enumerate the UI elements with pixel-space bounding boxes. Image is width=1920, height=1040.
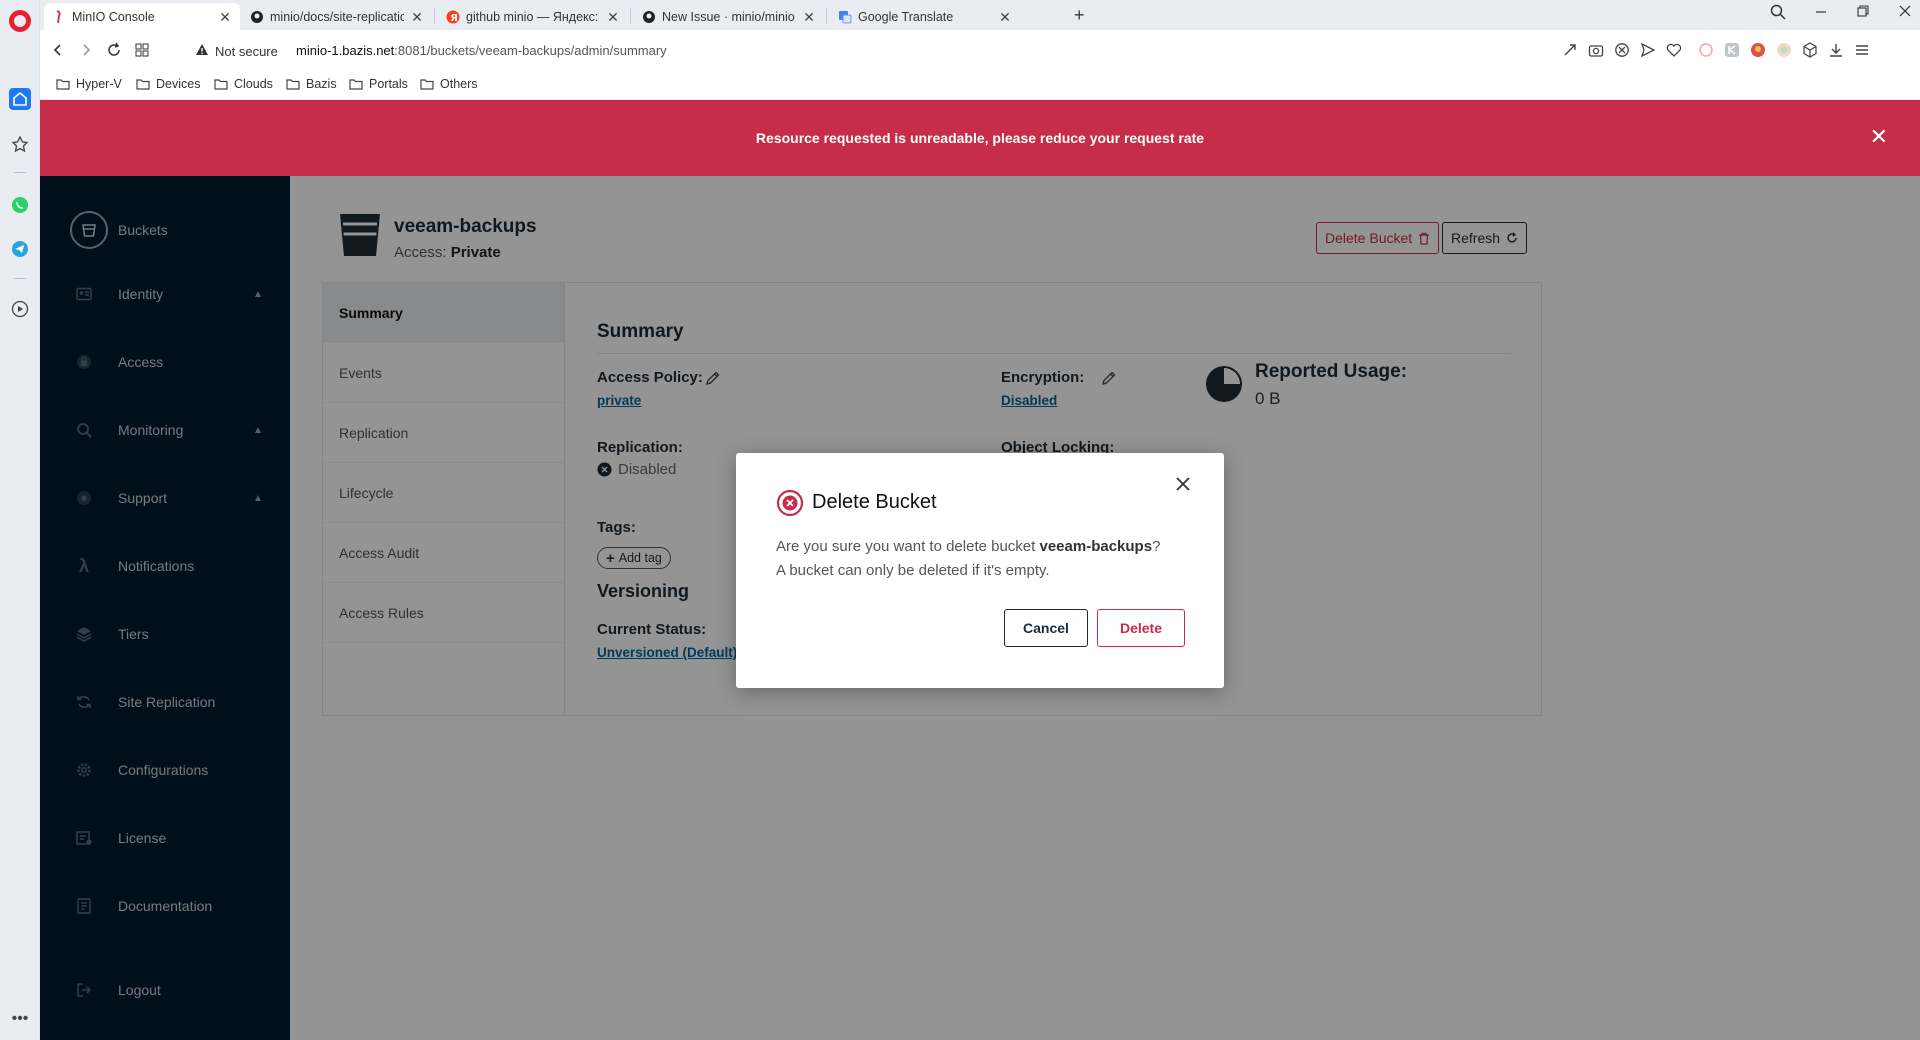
- tab-site-replication-docs[interactable]: minio/docs/site-replication ✕: [242, 3, 432, 30]
- warning-icon: [195, 43, 209, 59]
- bookmark-folder-others[interactable]: Others: [420, 77, 478, 91]
- bookmark-label: Others: [440, 77, 478, 91]
- url-host: minio-1.bazis.net: [296, 43, 395, 58]
- easy-setup-icon[interactable]: [1853, 41, 1871, 59]
- bookmark-folder-clouds[interactable]: Clouds: [214, 77, 273, 91]
- send-icon[interactable]: [1639, 41, 1657, 59]
- delete-button[interactable]: Delete: [1097, 609, 1185, 647]
- reload-icon[interactable]: [104, 40, 124, 60]
- bookmark-folder-devices[interactable]: Devices: [136, 77, 200, 91]
- new-tab-button[interactable]: +: [1074, 5, 1085, 26]
- opera-logo-icon[interactable]: [9, 10, 31, 32]
- tab-title: New Issue · minio/minio: [662, 9, 795, 24]
- extension-color-icon[interactable]: [1775, 41, 1793, 59]
- player-icon[interactable]: [9, 298, 31, 320]
- snapshot-icon[interactable]: [1587, 41, 1605, 59]
- bookmark-label: Bazis: [306, 77, 337, 91]
- close-window-icon[interactable]: [1898, 4, 1912, 22]
- close-icon[interactable]: ✕: [802, 10, 816, 24]
- share-icon[interactable]: [1561, 41, 1579, 59]
- dialog-message-prefix: Are you sure you want to delete bucket: [776, 538, 1040, 555]
- whatsapp-icon[interactable]: [9, 194, 31, 216]
- close-icon[interactable]: ✕: [410, 10, 424, 24]
- address-bar: Not secure minio-1.bazis.net:8081/bucket…: [40, 30, 1920, 70]
- error-circle-icon: [776, 489, 804, 517]
- opera-sidebar: •••: [0, 0, 40, 1040]
- extensions-cube-icon[interactable]: [1801, 41, 1819, 59]
- tab-separator: [826, 8, 827, 24]
- bookmarks-bar: Hyper-V Devices Clouds Bazis Portals Oth…: [40, 70, 1920, 100]
- folder-icon: [136, 79, 150, 90]
- download-icon[interactable]: [1827, 41, 1845, 59]
- close-icon[interactable]: [1172, 473, 1194, 495]
- telegram-icon[interactable]: [9, 238, 31, 260]
- bookmark-folder-hyper-v[interactable]: Hyper-V: [56, 77, 122, 91]
- folder-icon: [420, 79, 434, 90]
- google-translate-icon: [838, 10, 852, 24]
- folder-icon: [349, 79, 363, 90]
- folder-icon: [286, 79, 300, 90]
- github-icon: [642, 10, 656, 24]
- yandex-icon: Я: [446, 10, 460, 24]
- back-icon[interactable]: [48, 40, 68, 60]
- bookmark-label: Hyper-V: [76, 77, 122, 91]
- sidebar-divider: [14, 172, 26, 173]
- minio-flamingo-icon: [52, 9, 66, 24]
- tab-yandex-search[interactable]: Я github minio — Яндекс: на ✕: [438, 3, 628, 30]
- heart-icon[interactable]: [1665, 41, 1683, 59]
- url-path: :8081/buckets/veeam-backups/admin/summar…: [394, 43, 667, 58]
- pinboard-icon[interactable]: [9, 133, 31, 155]
- tab-title: minio/docs/site-replication: [270, 9, 404, 24]
- more-icon[interactable]: •••: [9, 1008, 31, 1030]
- tab-bar: MinIO Console ✕ minio/docs/site-replicat…: [40, 0, 1920, 30]
- error-banner: Resource requested is unreadable, please…: [40, 100, 1920, 176]
- tab-separator: [434, 8, 435, 24]
- security-label: Not secure: [215, 43, 278, 59]
- bookmark-folder-bazis[interactable]: Bazis: [286, 77, 337, 91]
- folder-icon: [56, 79, 70, 90]
- tab-google-translate[interactable]: Google Translate ✕: [830, 3, 1020, 30]
- url-field[interactable]: minio-1.bazis.net:8081/buckets/veeam-bac…: [296, 43, 667, 58]
- folder-icon: [214, 79, 228, 90]
- close-icon[interactable]: ✕: [218, 10, 232, 24]
- bookmark-label: Portals: [369, 77, 408, 91]
- tab-title: MinIO Console: [72, 9, 155, 24]
- security-indicator[interactable]: Not secure: [195, 43, 278, 59]
- bookmark-folder-portals[interactable]: Portals: [349, 77, 408, 91]
- bookmark-label: Clouds: [234, 77, 273, 91]
- restore-window-icon[interactable]: [1856, 4, 1870, 22]
- dialog-message: Are you sure you want to delete bucket v…: [776, 535, 1160, 583]
- minimize-window-icon[interactable]: [1814, 4, 1828, 22]
- github-icon: [250, 10, 264, 24]
- tab-title: Google Translate: [858, 9, 954, 24]
- close-icon[interactable]: ✕: [606, 10, 620, 24]
- bookmark-label: Devices: [156, 77, 201, 91]
- tab-title: github minio — Яндекс: на: [466, 9, 600, 24]
- k-extension-icon[interactable]: [1723, 41, 1741, 59]
- cancel-button[interactable]: Cancel: [1004, 609, 1088, 647]
- adblock-icon[interactable]: [1613, 41, 1631, 59]
- tab-minio-console[interactable]: MinIO Console ✕: [44, 3, 240, 30]
- tab-separator: [630, 8, 631, 24]
- dialog-message-note: A bucket can only be deleted if it's emp…: [776, 562, 1050, 579]
- tab-new-issue[interactable]: New Issue · minio/minio ✕: [634, 3, 824, 30]
- extension-avatar-icon[interactable]: [1749, 41, 1767, 59]
- speed-dial-icon[interactable]: [132, 40, 152, 60]
- close-icon[interactable]: ✕: [1870, 126, 1888, 148]
- error-message: Resource requested is unreadable, please…: [755, 130, 1205, 146]
- svg-text:Я: Я: [450, 13, 458, 24]
- delete-bucket-dialog: Delete Bucket Are you sure you want to d…: [736, 453, 1224, 688]
- search-tabs-icon[interactable]: [1770, 4, 1786, 24]
- close-icon[interactable]: ✕: [998, 10, 1012, 24]
- dialog-title: Delete Bucket: [812, 491, 937, 513]
- dialog-bucket-name: veeam-backups: [1039, 538, 1153, 555]
- dialog-message-suffix: ?: [1152, 538, 1161, 555]
- vpn-icon[interactable]: [1697, 41, 1715, 59]
- sidebar-divider: [14, 278, 26, 279]
- home-icon[interactable]: [9, 88, 31, 110]
- forward-icon[interactable]: [76, 40, 96, 60]
